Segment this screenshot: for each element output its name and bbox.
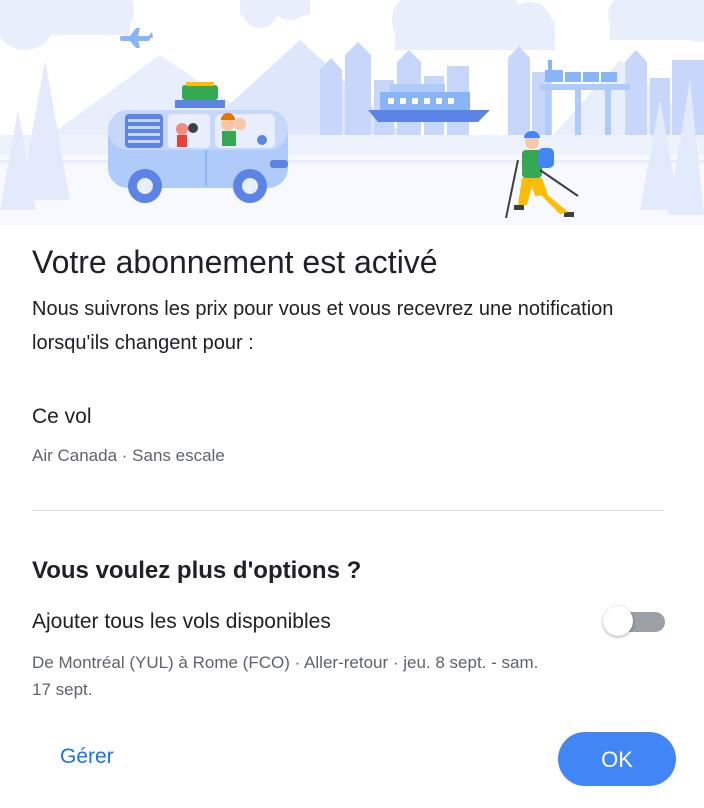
add-all-flights-toggle[interactable] <box>603 606 665 636</box>
more-options-heading: Vous voulez plus d'options ? <box>32 557 362 584</box>
dialog-title: Votre abonnement est activé <box>32 244 438 280</box>
dialog-description: Nous suivrons les prix pour vous et vous… <box>32 298 614 354</box>
add-all-flights-label: Ajouter tous les vols disponibles <box>32 610 331 633</box>
section-divider <box>32 510 664 511</box>
add-all-flights-details: De Montréal (YUL) à Rome (FCO) · Aller-r… <box>32 653 539 699</box>
ok-button[interactable]: OK <box>558 732 676 786</box>
header-illustration <box>0 0 704 225</box>
switch-icon <box>603 606 633 636</box>
manage-button[interactable]: Gérer <box>38 733 136 781</box>
tracked-item-title: Ce vol <box>32 405 92 428</box>
tracked-item-subtitle: Air Canada · Sans escale <box>32 446 225 465</box>
